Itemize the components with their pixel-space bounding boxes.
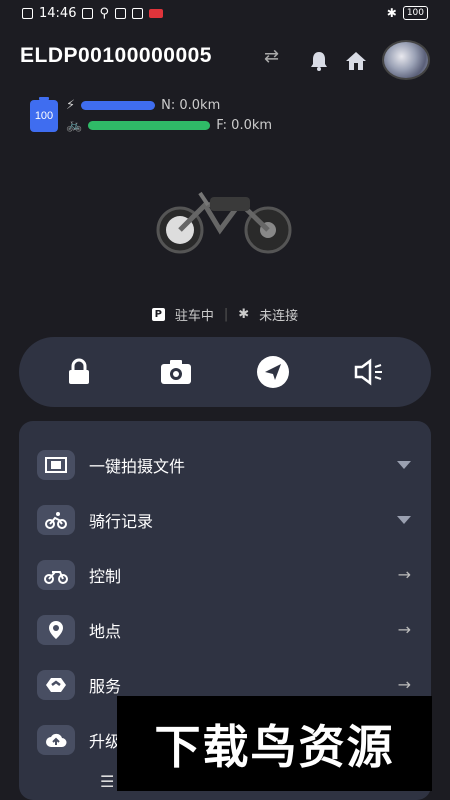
pedal-range-label: F: 0.0km [216,118,273,133]
menu-item-label: 控制 [89,566,122,586]
app-icon-2 [115,8,126,19]
arrow-right-icon: → [397,675,411,694]
app-badge-icon [149,9,163,18]
device-header: ELDP00100000005 ⇄ [20,40,432,80]
menu-item-label: 一键拍摄文件 [89,456,186,476]
range-pedal: 🚲 F: 0.0km [66,118,272,133]
home-icon[interactable] [344,50,368,76]
bluetooth-status: 未连接 [259,309,299,324]
status-bar: 14:46 ⚲ ✱ 100 [0,0,450,28]
pedal-range-bar [88,121,211,130]
cyclist-icon: 🚲 [66,118,83,133]
status-time: 14:46 [39,6,77,21]
lock-icon [69,358,89,384]
camera-icon [161,360,191,384]
divider: | [223,307,229,322]
menu-item-label: 地点 [89,621,122,641]
usb-icon: ⚲ [99,6,109,21]
menu-item-quick-capture[interactable]: 一键拍摄文件 [19,437,431,492]
bluetooth-status-icon: ✱ [386,6,397,20]
navigate-icon [257,356,289,388]
motorbike-icon [37,559,75,590]
menu-item-control[interactable]: 控制 → [19,547,431,602]
service-icon [37,669,75,700]
navigate-button[interactable] [255,354,291,390]
range-electric: ⚡ N: 0.0km [66,98,220,113]
upload-cloud-icon [37,724,75,755]
bell-icon[interactable] [308,50,330,76]
arrow-right-icon: → [397,620,411,639]
device-id[interactable]: ELDP00100000005 [20,44,212,68]
location-icon [37,614,75,645]
watermark-banner: 下载鸟资源 [117,696,432,791]
mail-icon [132,8,143,19]
arrow-right-icon: → [397,565,411,584]
parking-icon: P [151,308,165,321]
camera-button[interactable] [158,354,194,390]
switch-device-icon[interactable]: ⇄ [264,46,279,67]
menu-handle-icon[interactable]: ☰ [100,772,114,791]
parking-status: 驻车中 [174,309,214,324]
lock-button[interactable] [61,354,97,390]
menu-item-label: 骑行记录 [89,511,154,531]
speaker-button[interactable] [352,354,388,390]
avatar[interactable] [382,40,430,80]
electric-range-bar [81,101,156,110]
menu-item-ride-records[interactable]: 骑行记录 [19,492,431,547]
speaker-icon [354,358,382,386]
cyclist-icon [37,504,75,535]
bluetooth-icon: ✱ [238,307,250,322]
chevron-down-icon [397,515,411,524]
electric-range-label: N: 0.0km [161,98,221,113]
film-icon [37,449,75,480]
vehicle-status: P 驻车中 | ✱ 未连接 [0,305,450,324]
quick-actions-bar [19,337,431,407]
notification-icon [22,8,33,19]
battery-level-badge: 100 [30,97,58,132]
battery-indicator: 100 [402,6,428,20]
menu-item-location[interactable]: 地点 → [19,602,431,657]
bike-image [156,191,292,254]
app-icon [82,8,94,19]
lightning-icon: ⚡ [66,98,76,113]
menu-item-label: 服务 [89,676,122,696]
chevron-down-icon [397,460,411,469]
